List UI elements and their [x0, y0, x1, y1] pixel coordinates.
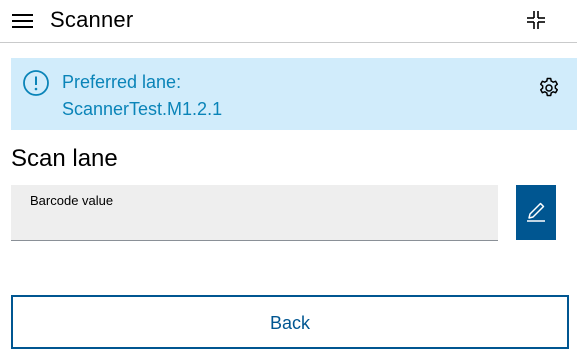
scanner-screen: Scanner Preferred lane: ScannerTest.M1.2… [0, 0, 577, 358]
edit-button[interactable] [516, 185, 556, 240]
hamburger-menu-icon[interactable] [12, 12, 34, 30]
pen-icon [527, 202, 545, 222]
scan-lane-heading: Scan lane [11, 145, 118, 172]
preferred-lane-label: Preferred lane: [62, 72, 182, 92]
preferred-lane-banner: Preferred lane: ScannerTest.M1.2.1 [11, 58, 577, 130]
app-header: Scanner [0, 0, 577, 43]
barcode-input[interactable] [30, 213, 480, 235]
scanner-crosshair-icon[interactable] [525, 9, 547, 31]
back-button[interactable]: Back [11, 295, 569, 349]
back-button-label: Back [269, 313, 311, 333]
page-title: Scanner [50, 7, 134, 32]
info-circle-icon [22, 69, 50, 97]
gear-icon[interactable] [537, 76, 561, 100]
barcode-field-label: Barcode value [30, 193, 114, 208]
preferred-lane-value: ScannerTest.M1.2.1 [62, 99, 223, 119]
barcode-field[interactable]: Barcode value [11, 185, 498, 241]
